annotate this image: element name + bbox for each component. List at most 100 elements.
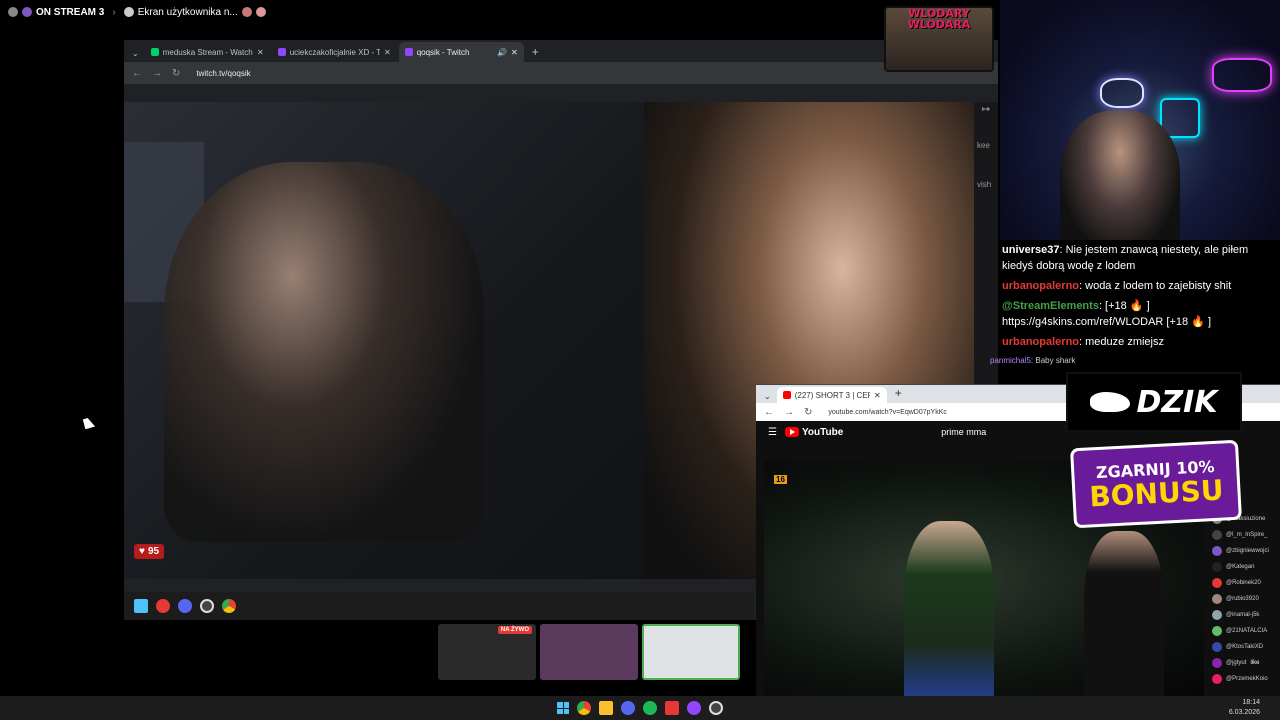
search-input[interactable]: prime mma [941,427,986,437]
tab-label: uciekczakoficjalnie XD - Twitch [289,47,380,57]
windows-start-icon[interactable] [557,702,569,714]
close-icon[interactable]: ✕ [874,391,881,400]
chat-fragment: vish [977,180,992,189]
back-icon[interactable]: ← [764,407,774,418]
app-icon[interactable] [665,701,679,715]
neon-sign [1100,78,1144,108]
logo-line: WLODARA [907,18,971,31]
tab-list-icon[interactable]: ⌄ [128,49,143,62]
screen-share-item[interactable]: Ekran użytkownika n... [123,7,266,18]
chat-text: : Baby shark [1030,356,1076,365]
clock-time: 18:14 [1242,699,1260,706]
menu-icon[interactable]: ☰ [768,427,777,438]
reload-icon[interactable]: ↻ [804,407,812,418]
new-tab-button[interactable]: + [526,42,545,62]
youtube-logo[interactable]: YouTube [784,427,843,438]
chat-row: @Kategan [1212,559,1280,575]
avatar [1212,578,1222,588]
age-rating-badge: 16 [774,475,787,484]
address-bar: ← → ↻ twitch.tv/qoqsik [124,62,998,84]
chat-username: urbanopalerno [1002,280,1080,292]
youtube-live-chat: @maksiuzione @l_m_InSpire_ @zbigniewwojci @… [1212,511,1280,687]
chat-row: @l_m_InSpire_ [1212,527,1280,543]
avatar [1212,546,1222,556]
app-icon[interactable] [687,701,701,715]
status-dot-icon [22,7,32,17]
close-icon[interactable]: ✕ [384,48,391,57]
clock-date: 6.03.2026 [1228,709,1260,716]
tab-qoqsik[interactable]: qoqsik - Twitch 🔊 ✕ [398,42,524,62]
chat-username: @PrzemekKoio [1226,676,1268,682]
thumbnail[interactable] [540,624,638,680]
forward-icon[interactable]: → [152,68,162,79]
windows-taskbar: 18:14 6.03.2026 [0,696,1280,720]
system-tray[interactable]: 18:14 6.03.2026 [1229,698,1260,718]
tab-label: qoqsik - Twitch [416,47,470,57]
tab-youtube[interactable]: (227) SHORT 3 | CEREMONIA W... ✕ [776,387,887,403]
url-field[interactable]: twitch.tv/qoqsik [196,69,250,78]
dzik-logo-text: DZIK [1136,384,1218,420]
tab-meduska[interactable]: meduska Stream - Watch Live o ✕ [145,42,270,62]
tab-list-icon[interactable]: ⌄ [760,392,775,403]
heart-icon: ♥ [139,546,145,557]
url-field[interactable]: youtube.com/watch?v=EqwD07pYkKc [828,409,946,416]
chat-row: @21NATALCIA [1212,623,1280,639]
chat-username: @zbigniewwojci [1226,548,1269,554]
new-tab-button[interactable]: + [889,383,908,403]
video-frame [164,162,484,542]
tab-label: (227) SHORT 3 | CEREMONIA W... [794,390,870,400]
avatar [1212,626,1222,636]
avatar [1212,530,1222,540]
chat-username: @Kategan [1226,564,1255,570]
dzik-ad: DZIK [1066,372,1242,432]
chrome-icon[interactable] [222,599,236,613]
thumbnail[interactable] [642,624,740,680]
obs-icon[interactable] [709,701,723,715]
discord-icon[interactable] [178,599,192,613]
obs-icon[interactable] [200,599,214,613]
discord-icon[interactable] [621,701,635,715]
bonus-line2: BONUSU [1088,472,1225,513]
reload-icon[interactable]: ↻ [172,68,180,79]
forward-icon[interactable]: → [784,407,794,418]
app-icon[interactable] [134,599,148,613]
chat-message: urbanopalerno: woda z lodem to zajebisty… [980,276,1280,296]
back-icon[interactable]: ← [132,68,142,79]
settings-icon[interactable] [8,7,18,17]
tab-strip: ⌄ meduska Stream - Watch Live o ✕ uciekc… [124,40,998,62]
bonus-ad: ZGARNIJ 10% BONUSU [1070,439,1242,529]
close-icon[interactable]: ✕ [257,48,264,57]
speaker-icon[interactable]: 🔊 [497,48,507,57]
chat-username: panmichal5 [990,356,1031,365]
avatar [1212,594,1222,604]
chat-row: @KtosTakiXD [1212,639,1280,655]
chat-message: urbanopalerno: meduze zmiejsz [980,332,1280,352]
youtube-icon [782,391,791,399]
thumbnail[interactable]: NA ŻYWO [438,624,536,680]
tab-uciekczak[interactable]: uciekczakoficjalnie XD - Twitch ✕ [272,42,397,62]
avatar [1212,562,1222,572]
chat-message: @StreamElements: [+18 🔥 ] https://g4skin… [980,296,1280,332]
avatar [1212,658,1222,668]
top-bar: ON STREAM 3 › Ekran użytkownika n... [0,0,880,24]
avatar [123,7,134,17]
mouse-cursor [82,416,96,430]
boar-icon [1090,392,1131,412]
kick-icon [150,48,159,56]
folder-icon[interactable] [599,701,613,715]
close-icon[interactable]: ✕ [511,48,518,57]
stream-status: ON STREAM 3 [8,7,104,18]
chrome-icon[interactable] [577,701,591,715]
youtube-play-icon [784,427,799,437]
chat-fragment: kee [977,141,990,150]
viewer-count-badge: ♥ 95 [134,544,165,559]
opera-icon[interactable] [156,599,170,613]
chat-message: universe37: Nie jestem znawcą niestety, … [980,240,1280,276]
spotify-icon[interactable] [643,701,657,715]
chat-username: @jgtyut [1226,660,1247,666]
chat-username: universe37 [1002,244,1060,256]
chat-username: @rubio3920 [1226,596,1259,602]
chat-username: @Robinek20 [1226,580,1261,586]
avatar [255,7,266,17]
chat-row: @inamal-j5k [1212,607,1280,623]
